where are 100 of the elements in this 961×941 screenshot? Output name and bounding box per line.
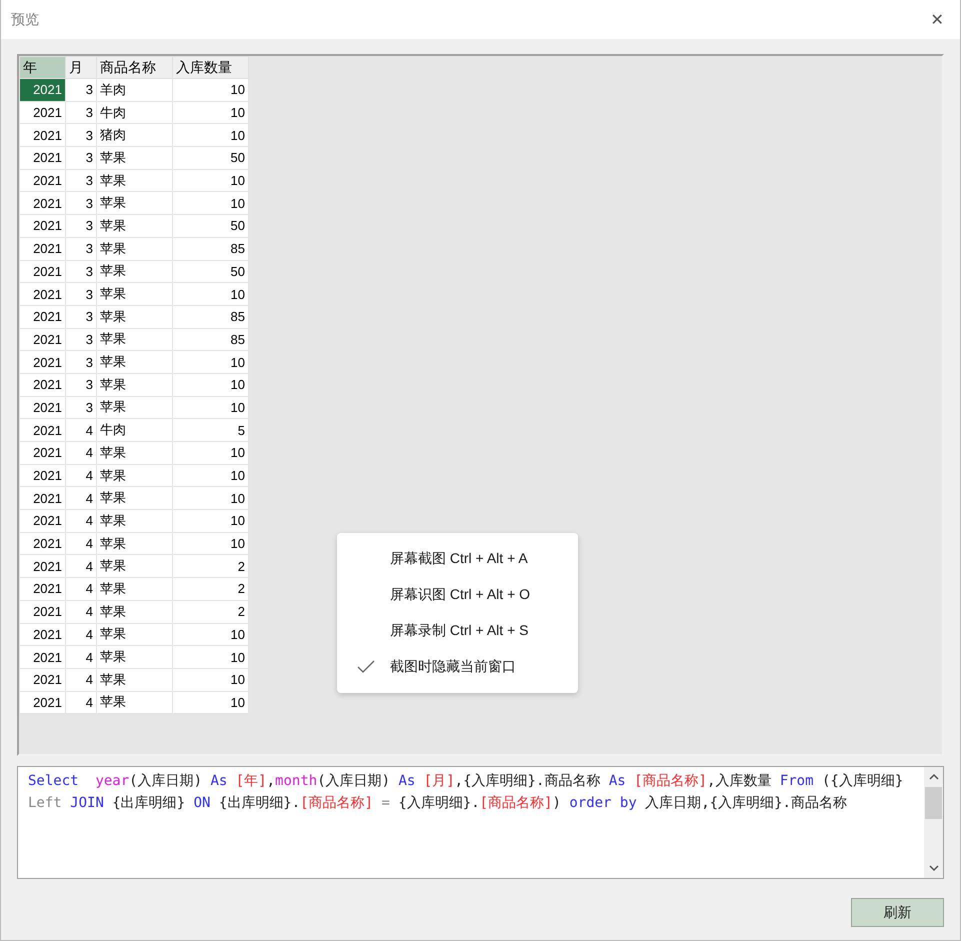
table-cell: 4 xyxy=(66,646,96,668)
column-header[interactable]: 商品名称 xyxy=(96,56,172,78)
window-title: 预览 xyxy=(11,10,39,28)
menu-item[interactable]: 屏幕录制 Ctrl + Alt + S xyxy=(337,613,578,649)
table-cell: 10 xyxy=(172,486,248,510)
table-cell: 苹果 xyxy=(96,214,172,238)
table-cell: 4 xyxy=(66,600,96,623)
table-cell: 3 xyxy=(66,192,96,215)
table-cell: 苹果 xyxy=(96,532,172,555)
table-cell: 2021 xyxy=(20,486,66,510)
table-cell: 2021 xyxy=(20,124,66,147)
table-cell: 4 xyxy=(66,691,96,714)
table-cell: 4 xyxy=(66,578,96,600)
table-cell: 4 xyxy=(66,623,96,646)
column-header[interactable]: 入库数量 xyxy=(172,56,248,78)
table-cell: 苹果 xyxy=(96,442,172,464)
table-cell: 3 xyxy=(66,373,96,396)
table-cell: 2021 xyxy=(20,623,66,646)
table-cell: 苹果 xyxy=(96,554,172,578)
table-cell: 3 xyxy=(66,350,96,374)
table-cell: 10 xyxy=(172,350,248,374)
table-cell: 苹果 xyxy=(96,691,172,714)
table-cell: 10 xyxy=(172,373,248,396)
table-cell: 3 xyxy=(66,396,96,419)
table-cell: 2 xyxy=(172,554,248,578)
table-cell: 3 xyxy=(66,124,96,147)
table-cell: 2021 xyxy=(20,600,66,623)
table-cell: 3 xyxy=(66,237,96,260)
table-cell: 苹果 xyxy=(96,237,172,260)
table-cell: 苹果 xyxy=(96,192,172,215)
table-cell: 2021 xyxy=(20,282,66,306)
table-cell: 2021 xyxy=(20,442,66,464)
table-cell: 2021 xyxy=(20,554,66,578)
refresh-button[interactable]: 刷新 xyxy=(851,898,944,927)
menu-item[interactable]: 截图时隐藏当前窗口 xyxy=(337,649,578,685)
table-cell: 2021 xyxy=(20,146,66,170)
menu-item[interactable]: 屏幕识图 Ctrl + Alt + O xyxy=(337,577,578,613)
table-cell: 10 xyxy=(172,691,248,714)
table-cell: 4 xyxy=(66,486,96,510)
table-cell: 10 xyxy=(172,124,248,147)
table-cell: 2021 xyxy=(20,373,66,396)
table-cell: 2021 xyxy=(20,260,66,283)
table-cell: 2021 xyxy=(20,192,66,215)
table-cell: 苹果 xyxy=(96,282,172,306)
table-cell: 苹果 xyxy=(96,486,172,510)
table-cell: 3 xyxy=(66,260,96,283)
table-cell: 苹果 xyxy=(96,146,172,170)
table-cell: 10 xyxy=(172,396,248,419)
table-cell: 苹果 xyxy=(96,328,172,351)
table-cell: 2021 xyxy=(20,578,66,600)
table-cell: 2021 xyxy=(20,668,66,692)
table-cell: 10 xyxy=(172,101,248,124)
table-cell: 苹果 xyxy=(96,668,172,692)
table-cell: 2 xyxy=(172,578,248,600)
table-cell: 10 xyxy=(172,668,248,692)
table-cell: 2021 xyxy=(20,78,66,102)
table-cell: 4 xyxy=(66,464,96,487)
table-cell: 85 xyxy=(172,328,248,351)
table-cell: 3 xyxy=(66,305,96,328)
menu-item[interactable]: 屏幕截图 Ctrl + Alt + A xyxy=(337,541,578,577)
table-cell: 牛肉 xyxy=(96,418,172,442)
table-cell: 3 xyxy=(66,169,96,192)
close-button[interactable]: ✕ xyxy=(914,0,960,39)
table-cell: 2021 xyxy=(20,305,66,328)
table-cell: 4 xyxy=(66,418,96,442)
table-cell: 3 xyxy=(66,282,96,306)
table-cell: 苹果 xyxy=(96,350,172,374)
table-cell: 4 xyxy=(66,668,96,692)
table-cell: 2021 xyxy=(20,510,66,532)
table-cell: 2021 xyxy=(20,101,66,124)
table-cell: 苹果 xyxy=(96,464,172,487)
scrollbar[interactable] xyxy=(924,767,943,878)
table-cell: 苹果 xyxy=(96,305,172,328)
table-cell: 10 xyxy=(172,646,248,668)
table-cell: 苹果 xyxy=(96,646,172,668)
table-cell: 10 xyxy=(172,510,248,532)
table-cell: 猪肉 xyxy=(96,124,172,147)
table-cell: 苹果 xyxy=(96,623,172,646)
table-cell: 2021 xyxy=(20,532,66,555)
table-cell: 羊肉 xyxy=(96,78,172,102)
column-header[interactable]: 月 xyxy=(66,56,96,78)
table-cell: 2021 xyxy=(20,418,66,442)
table-cell: 苹果 xyxy=(96,396,172,419)
table-cell: 苹果 xyxy=(96,600,172,623)
table-cell: 4 xyxy=(66,554,96,578)
table-cell: 2021 xyxy=(20,464,66,487)
table-cell: 10 xyxy=(172,623,248,646)
table-cell: 2021 xyxy=(20,691,66,714)
table-cell: 2021 xyxy=(20,396,66,419)
table-cell: 3 xyxy=(66,214,96,238)
table-cell: 50 xyxy=(172,214,248,238)
table-cell: 苹果 xyxy=(96,578,172,600)
table-cell: 4 xyxy=(66,510,96,532)
table-cell: 10 xyxy=(172,78,248,102)
table-cell: 10 xyxy=(172,464,248,487)
table-cell: 3 xyxy=(66,78,96,102)
table-cell: 2021 xyxy=(20,350,66,374)
column-header[interactable]: 年 xyxy=(20,56,66,78)
table-cell: 50 xyxy=(172,146,248,170)
table-cell: 4 xyxy=(66,442,96,464)
